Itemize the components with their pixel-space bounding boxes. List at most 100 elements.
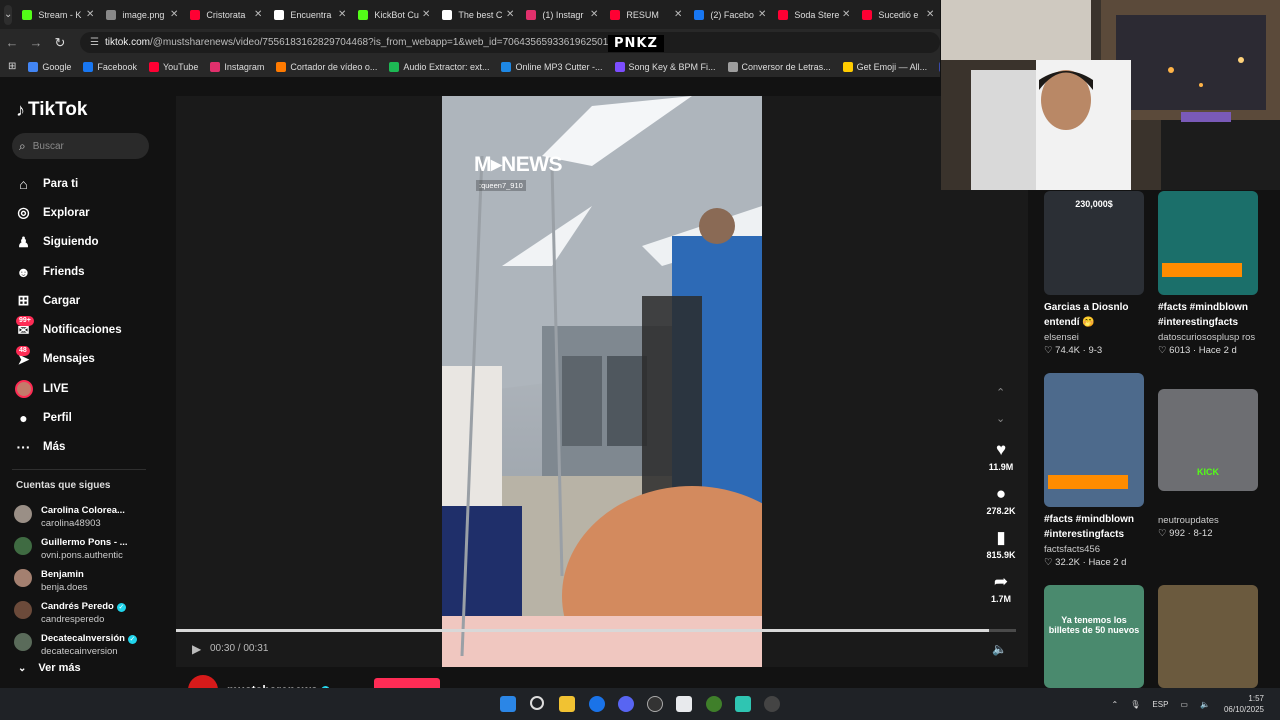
bookmark-item[interactable]: YouTube — [148, 61, 198, 72]
related-video-card[interactable]: #facts #mindblown #interestingfacts facts… — [1044, 373, 1148, 568]
nav-item-cargar[interactable]: ⊞ Cargar — [14, 286, 122, 315]
followed-account[interactable]: Benjamin benja.does — [14, 562, 137, 594]
browser-tab[interactable]: Cristorata ✕ — [184, 0, 268, 29]
progress-bar[interactable] — [176, 629, 1016, 632]
browser-tab[interactable]: Soda Stere ✕ — [772, 0, 856, 29]
tab-close-icon[interactable]: ✕ — [506, 9, 514, 20]
start-icon[interactable] — [500, 696, 516, 712]
notepad-icon[interactable] — [735, 696, 751, 712]
video-thumbnail[interactable]: KICK — [1158, 389, 1258, 491]
forward-button[interactable]: → — [24, 35, 48, 50]
bookmark-item[interactable]: Facebook — [83, 61, 137, 72]
nav-item-notificaciones[interactable]: ✉ Notificaciones 99+ — [14, 315, 122, 344]
volume-tray-icon[interactable]: 🔈 — [1200, 700, 1210, 709]
action-bookmark[interactable]: ▮ 815.9K — [986, 527, 1015, 571]
video-thumbnail[interactable] — [1044, 373, 1144, 507]
next-video-button[interactable]: ⌄ — [996, 412, 1005, 425]
clock[interactable]: 1:57 06/10/2025 — [1224, 693, 1264, 715]
action-share[interactable]: ➦ 1.7M — [991, 571, 1011, 615]
media-icon[interactable] — [764, 696, 780, 712]
bookmark-favicon-icon — [842, 61, 853, 72]
action-heart[interactable]: ♥ 11.9M — [989, 439, 1014, 483]
tab-close-icon[interactable]: ✕ — [86, 9, 94, 20]
reload-button[interactable]: ↻ — [48, 35, 72, 51]
play-icon[interactable]: ▶ — [192, 642, 201, 656]
microphone-icon[interactable]: 🎙 — [1130, 700, 1140, 709]
browser-tab[interactable]: KickBot Cu ✕ — [352, 0, 436, 29]
bookmark-item[interactable]: Audio Extractor: ext... — [389, 61, 489, 72]
tab-close-icon[interactable]: ✕ — [674, 9, 682, 20]
nav-item-perfil[interactable]: ● Perfil — [14, 403, 122, 432]
nav-item-ms[interactable]: ··· Más — [14, 433, 122, 462]
nav-item-parati[interactable]: ⌂ Para ti — [14, 169, 122, 198]
related-video-card[interactable]: #facts #mindblown #interestingfacts datos… — [1158, 191, 1262, 356]
browser-tab[interactable]: RESUM ✕ — [604, 0, 688, 29]
followed-account[interactable]: Candrés Peredo ✓ candresperedo — [14, 594, 137, 626]
language-indicator[interactable]: ESP — [1152, 700, 1168, 709]
video-player[interactable]: M▸NEWS :queen7_910 ⌃ ⌄ ♥ 11.9M ● 278.2K ▮ 815… — [176, 96, 1028, 667]
followed-account[interactable]: DecatecaInversión ✓ decatecainversion — [14, 626, 137, 658]
see-more-button[interactable]: ⌄ Ver más — [18, 662, 81, 674]
tray-overflow-icon[interactable]: ⌃ — [1112, 700, 1119, 709]
nav-item-mensajes[interactable]: ➤ Mensajes 48 — [14, 345, 122, 374]
browser-tab[interactable]: (2) Facebo ✕ — [688, 0, 772, 29]
nav-item-live[interactable]: LIVE — [14, 374, 122, 403]
site-info-icon[interactable]: ☰ — [90, 37, 99, 48]
app-icon[interactable] — [676, 696, 692, 712]
browser-tab[interactable]: Stream - K ✕ — [16, 0, 100, 29]
bookmark-item[interactable]: Google — [28, 61, 71, 72]
related-video-card[interactable]: KICK neutroupdates ♡ 992 · 8-12 — [1158, 389, 1258, 539]
bookmark-item[interactable]: Song Key & BPM Fi... — [614, 61, 716, 72]
tab-close-icon[interactable]: ✕ — [842, 9, 850, 20]
file-explorer-icon[interactable] — [559, 696, 575, 712]
bookmark-item[interactable]: Conversor de Letras... — [727, 61, 831, 72]
video-thumbnail[interactable] — [1158, 191, 1258, 295]
browser-tab[interactable]: Sucedió e ✕ — [856, 0, 940, 29]
related-video-card[interactable]: 230,000$ Garcias a Diosnlo entendí 🤭 elsen… — [1044, 191, 1148, 356]
tiktok-logo[interactable]: ♪ TikTok — [16, 99, 87, 121]
previous-video-button[interactable]: ⌃ — [996, 386, 1005, 399]
nav-item-friends[interactable]: ☻ Friends — [14, 257, 122, 286]
browser-tab[interactable]: image.png ✕ — [100, 0, 184, 29]
bookmark-item[interactable]: Cortador de vídeo o... — [276, 61, 377, 72]
nav-item-siguiendo[interactable]: ♟ Siguiendo — [14, 228, 122, 257]
tab-close-icon[interactable]: ✕ — [758, 9, 766, 20]
tab-close-icon[interactable]: ✕ — [170, 9, 178, 20]
volume-icon[interactable]: 🔈 — [992, 642, 1007, 656]
bookmark-item[interactable]: pnkz_Oficial — [939, 61, 940, 72]
tab-close-icon[interactable]: ✕ — [338, 9, 346, 20]
browser-tab[interactable]: The best C ✕ — [436, 0, 520, 29]
bookmark-item[interactable]: Get Emoji — All... — [842, 61, 927, 72]
apps-icon[interactable]: ⊞ — [8, 61, 16, 72]
video-thumbnail[interactable] — [1158, 585, 1258, 688]
discord-icon[interactable] — [618, 696, 634, 712]
bookmark-item[interactable]: Online MP3 Cutter -... — [501, 61, 603, 72]
tab-close-icon[interactable]: ✕ — [422, 9, 430, 20]
share-icon: ➦ — [993, 572, 1009, 591]
action-comment[interactable]: ● 278.2K — [986, 483, 1015, 527]
search-taskbar-icon[interactable] — [530, 696, 544, 710]
nav-item-explorar[interactable]: ◎ Explorar — [14, 198, 122, 227]
bookmark-item[interactable]: Instagram — [210, 61, 264, 72]
tab-close-icon[interactable]: ✕ — [254, 9, 262, 20]
browser-tab[interactable]: (1) Instagr ✕ — [520, 0, 604, 29]
video-thumbnail[interactable]: Ya tenemos los billetes de 50 nuevos — [1044, 585, 1144, 688]
network-icon[interactable]: ▭ — [1180, 700, 1188, 709]
tab-close-icon[interactable]: ✕ — [590, 9, 598, 20]
tab-close-icon[interactable]: ✕ — [926, 9, 934, 20]
chrome-icon[interactable] — [589, 696, 605, 712]
related-video-card[interactable]: Ya tenemos los billetes de 50 nuevos — [1044, 585, 1144, 688]
browser-tab[interactable]: Encuentra ✕ — [268, 0, 352, 29]
friends-icon: ☻ — [16, 263, 31, 280]
tab-search-button[interactable]: ⌄ — [4, 4, 13, 25]
search-input[interactable] — [32, 140, 133, 152]
back-button[interactable]: ← — [0, 35, 24, 50]
obs-icon[interactable] — [647, 696, 663, 712]
tool-icon[interactable] — [706, 696, 722, 712]
related-video-card[interactable] — [1158, 585, 1258, 688]
address-bar[interactable]: ☰ tiktok.com /@mustsharenews/video/75561… — [80, 32, 940, 53]
video-thumbnail[interactable]: 230,000$ — [1044, 191, 1144, 295]
followed-account[interactable]: Guillermo Pons - ... ovni.pons.authentic — [14, 530, 137, 562]
video-frame[interactable]: M▸NEWS :queen7_910 — [442, 96, 762, 667]
followed-account[interactable]: Carolina Colorea... carolina48903 — [14, 498, 137, 530]
